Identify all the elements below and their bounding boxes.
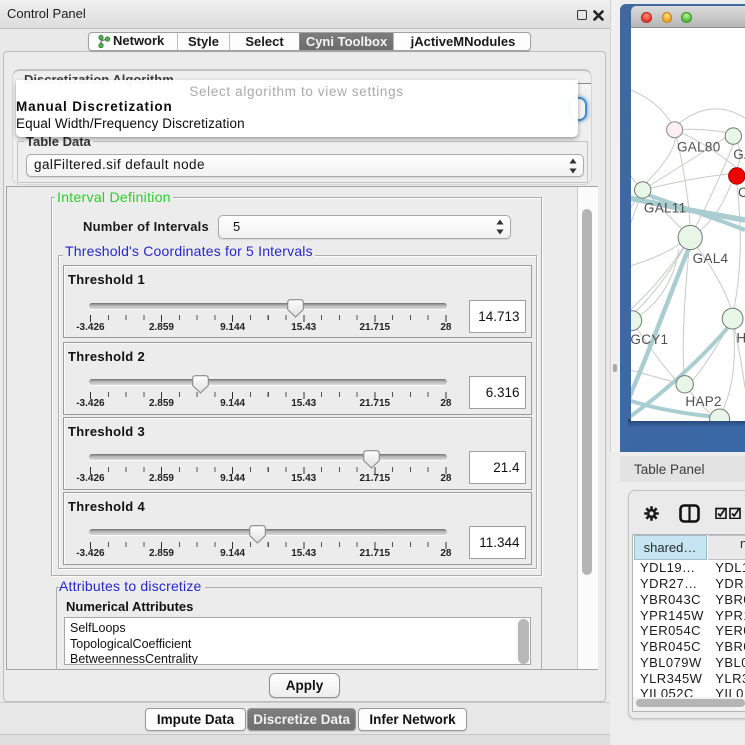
svg-text:GAL11: GAL11 bbox=[644, 201, 687, 216]
svg-text:HAP2: HAP2 bbox=[685, 394, 721, 409]
svg-text:H: H bbox=[736, 331, 745, 346]
svg-text:GAL80: GAL80 bbox=[677, 140, 721, 155]
svg-text:C: C bbox=[738, 185, 745, 200]
svg-text:GAL4: GAL4 bbox=[693, 251, 729, 266]
svg-text:GA: GA bbox=[733, 147, 745, 162]
svg-text:GCY1: GCY1 bbox=[631, 332, 668, 347]
